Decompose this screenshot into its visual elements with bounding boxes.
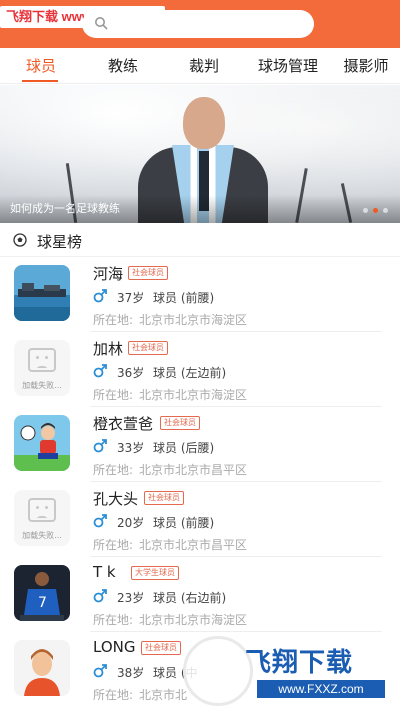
player-name: LONG bbox=[93, 638, 136, 656]
tab-photographers[interactable]: 摄影师 bbox=[332, 48, 400, 83]
tab-coaches[interactable]: 教练 bbox=[82, 48, 164, 83]
male-icon bbox=[93, 664, 107, 678]
banner-caption: 如何成为一名足球教练 bbox=[10, 202, 120, 215]
player-avatar bbox=[14, 640, 70, 696]
player-role: 球员 (前腰) bbox=[153, 291, 215, 305]
app-header: 飞翔下载 www.FXXZ.com bbox=[0, 0, 400, 48]
player-avatar: 7 bbox=[14, 565, 70, 621]
location-label: 所在地: bbox=[93, 538, 134, 552]
male-icon bbox=[93, 289, 107, 303]
svg-text:7: 7 bbox=[38, 595, 47, 611]
banner-carousel[interactable]: 如何成为一名足球教练 bbox=[0, 85, 400, 223]
player-age: 37岁 bbox=[117, 291, 145, 305]
carousel-dot[interactable] bbox=[363, 208, 368, 213]
player-role: 球员 (右边前) bbox=[153, 591, 227, 605]
player-type-badge: 社会球员 bbox=[141, 641, 181, 655]
location-label: 所在地: bbox=[93, 613, 134, 627]
watermark-brand: 飞翔下载 bbox=[245, 647, 354, 677]
player-age: 20岁 bbox=[117, 516, 145, 530]
male-icon bbox=[93, 439, 107, 453]
player-name: 孔大头 bbox=[93, 490, 139, 508]
tab-field-management[interactable]: 球场管理 bbox=[244, 48, 332, 83]
player-role: 球员 (前腰) bbox=[153, 516, 215, 530]
player-type-badge: 社会球员 bbox=[128, 341, 168, 355]
player-type-badge: 社会球员 bbox=[144, 491, 184, 505]
active-tab-indicator bbox=[22, 80, 58, 82]
load-failed-mouth bbox=[37, 516, 47, 520]
avatar-illustration-image bbox=[14, 640, 70, 696]
cartoon-player-image bbox=[14, 415, 70, 471]
player-avatar bbox=[14, 415, 70, 471]
soccer-ball-icon bbox=[13, 233, 27, 247]
banner-caption-bar: 如何成为一名足球教练 bbox=[0, 195, 400, 223]
player-age: 38岁 bbox=[117, 666, 145, 680]
male-icon bbox=[93, 589, 107, 603]
player-role: 球员 (后腰) bbox=[153, 441, 215, 455]
watermark-logo-icon bbox=[183, 636, 253, 706]
male-icon bbox=[93, 364, 107, 378]
location-label: 所在地: bbox=[93, 388, 134, 402]
star-ranking-header: 球星榜 bbox=[0, 223, 400, 257]
tab-players[interactable]: 球员 bbox=[0, 48, 82, 83]
player-avatar: 加载失败... bbox=[14, 490, 70, 546]
player-type-badge: 大学生球员 bbox=[131, 566, 179, 580]
load-failed-text: 加载失败... bbox=[22, 531, 62, 540]
list-item[interactable]: 橙衣萱爸 社会球员 33岁 球员 (后腰) 所在地: 北京市北京市昌平区 bbox=[0, 407, 400, 482]
location-label: 所在地: bbox=[93, 688, 134, 702]
player-location: 北京市北京市海淀区 bbox=[139, 613, 248, 627]
player-name: T k bbox=[93, 563, 116, 581]
load-failed-mouth bbox=[37, 366, 47, 370]
player-type-badge: 社会球员 bbox=[128, 266, 168, 280]
section-title: 球星榜 bbox=[37, 233, 83, 251]
list-item[interactable]: 加载失败... 孔大头 社会球员 20岁 球员 (前腰) 所在地: 北京市北京市… bbox=[0, 482, 400, 557]
player-age: 23岁 bbox=[117, 591, 145, 605]
player-name: 加林 bbox=[93, 340, 124, 358]
carousel-dot[interactable] bbox=[383, 208, 388, 213]
player-age: 36岁 bbox=[117, 366, 145, 380]
blue-jersey-photo-image: 7 bbox=[14, 565, 70, 621]
list-item[interactable]: 7 T k 大学生球员 23岁 球员 (右边前) 所在地: 北京市北京市海淀区 bbox=[0, 557, 400, 632]
list-item[interactable]: 加载失败... 加林 社会球员 36岁 球员 (左边前) 所在地: 北京市北京市… bbox=[0, 332, 400, 407]
watermark-url: www.FXXZ.com bbox=[257, 680, 385, 698]
player-location: 北京市北京市昌平区 bbox=[139, 463, 248, 477]
player-location: 北京市北京市海淀区 bbox=[139, 388, 248, 402]
player-type-badge: 社会球员 bbox=[160, 416, 200, 430]
search-icon bbox=[95, 17, 108, 30]
list-item[interactable]: 河海 社会球员 37岁 球员 (前腰) 所在地: 北京市北京市海淀区 bbox=[0, 257, 400, 332]
carousel-dots bbox=[363, 208, 388, 213]
player-name: 河海 bbox=[93, 265, 124, 283]
location-label: 所在地: bbox=[93, 313, 134, 327]
player-location: 北京市北京市昌平区 bbox=[139, 538, 248, 552]
category-tabs: 球员 教练 裁判 球场管理 摄影师 bbox=[0, 48, 400, 84]
carousel-dot-active[interactable] bbox=[373, 208, 378, 213]
male-icon bbox=[93, 514, 107, 528]
player-location: 北京市北 bbox=[139, 688, 188, 702]
load-failed-text: 加载失败... bbox=[22, 381, 62, 390]
player-location: 北京市北京市海淀区 bbox=[139, 313, 248, 327]
player-avatar bbox=[14, 265, 70, 321]
tab-referees[interactable]: 裁判 bbox=[164, 48, 244, 83]
player-name: 橙衣萱爸 bbox=[93, 415, 154, 433]
banner-person-head bbox=[183, 97, 225, 149]
player-age: 33岁 bbox=[117, 441, 145, 455]
player-role: 球员 (左边前) bbox=[153, 366, 227, 380]
search-bar[interactable] bbox=[82, 10, 314, 38]
player-avatar: 加载失败... bbox=[14, 340, 70, 396]
harbor-photo-image bbox=[14, 265, 70, 321]
watermark-bottom: 飞翔下载 www.FXXZ.com bbox=[183, 636, 385, 708]
location-label: 所在地: bbox=[93, 463, 134, 477]
